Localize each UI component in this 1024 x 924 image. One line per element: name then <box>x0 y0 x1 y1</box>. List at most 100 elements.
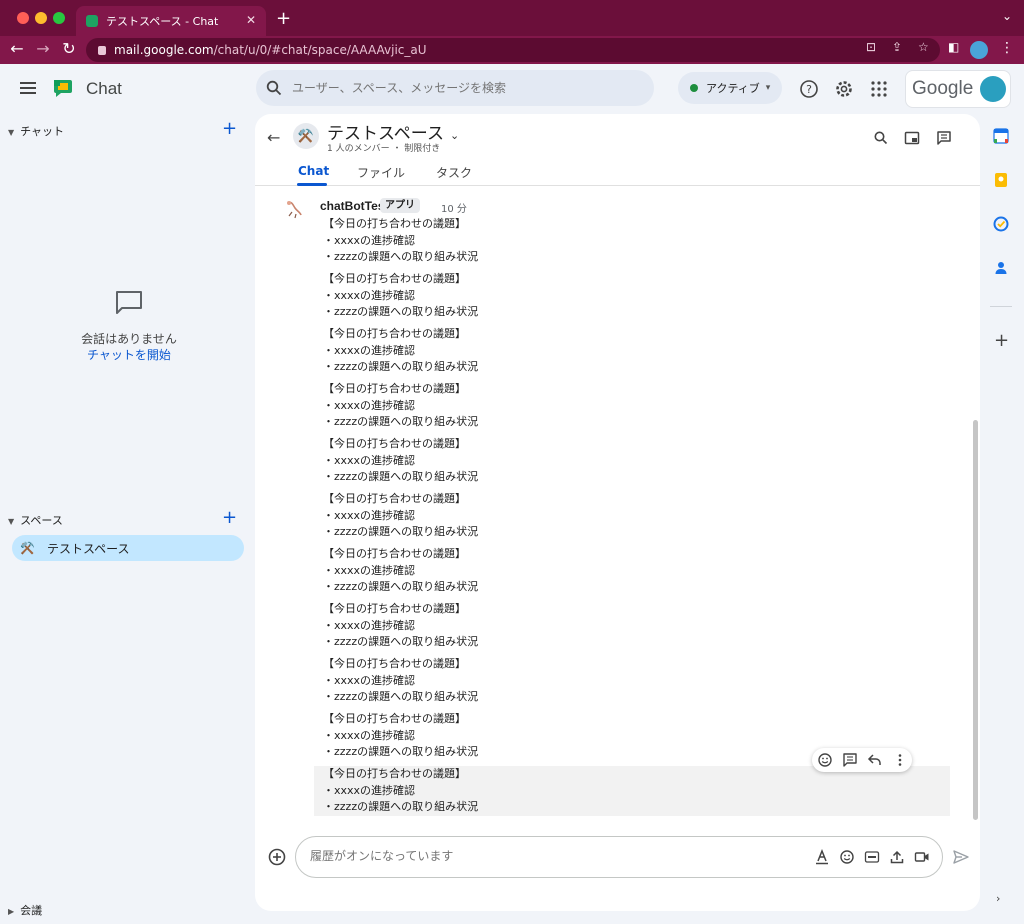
meetings-section-label: 会議 <box>20 904 43 917</box>
get-add-ons-button[interactable]: + <box>994 330 1009 351</box>
message-line: ・xxxxの進捗確認 <box>323 398 416 412</box>
bookmark-star-icon[interactable]: ☆ <box>918 40 929 54</box>
close-icon[interactable]: ✕ <box>246 13 256 27</box>
spaces-section-label: スペース <box>20 514 63 527</box>
message-line: ・zzzzの課題への取り組み状況 <box>323 305 479 318</box>
message-block: 【今日の打ち合わせの議題】 ・xxxxの進捗確認 ・zzzzの課題への取り組み状況 <box>320 491 940 541</box>
more-vert-icon[interactable] <box>892 752 908 768</box>
emoji-icon[interactable] <box>839 849 855 865</box>
search-bar[interactable] <box>256 70 654 106</box>
message-block: 【今日の打ち合わせの議題】 ・xxxxの進捗確認 ・zzzzの課題への取り組み状況 <box>320 601 940 651</box>
message-input[interactable] <box>310 849 790 863</box>
message-block: 【今日の打ち合わせの議題】 ・xxxxの進捗確認 ・zzzzの課題への取り組み状況 <box>314 766 950 816</box>
reply-in-thread-icon[interactable] <box>842 752 858 768</box>
meetings-section-header[interactable]: ▶ 会議 <box>8 902 42 918</box>
status-selector[interactable]: アクティブ ▾ <box>678 72 782 104</box>
url-field[interactable]: mail.google.com/chat/u/0/#chat/space/AAA… <box>86 38 940 62</box>
tab-tasks[interactable]: タスク <box>436 164 472 181</box>
message-line: ・zzzzの課題への取り組み状況 <box>323 635 479 648</box>
message-line: ・zzzzの課題への取り組み状況 <box>323 800 479 813</box>
scrollbar[interactable] <box>973 420 978 820</box>
search-icon[interactable] <box>873 130 889 146</box>
help-icon[interactable]: ? <box>798 78 820 100</box>
add-reaction-icon[interactable] <box>817 752 833 768</box>
apps-grid-icon[interactable] <box>868 78 890 100</box>
message-line: ・xxxxの進捗確認 <box>323 783 416 797</box>
new-chat-button[interactable]: + <box>222 118 237 139</box>
message-line: ・zzzzの課題への取り組み状況 <box>323 580 479 593</box>
gif-icon[interactable] <box>864 849 880 865</box>
spaces-section-header[interactable]: ▼ スペース <box>8 512 63 528</box>
back-arrow-icon[interactable]: ← <box>267 128 280 147</box>
message-block: 【今日の打ち合わせの議題】 ・xxxxの進捗確認・zzzzの課題への取り組み状況 <box>320 326 940 376</box>
menu-icon[interactable] <box>20 82 36 94</box>
tab-files[interactable]: ファイル <box>357 164 405 181</box>
url-host: mail.google.com <box>114 43 214 57</box>
message-block: 【今日の打ち合わせの議題】 ・xxxxの進捗確認 ・zzzzの課題への取り組み状況 <box>320 271 940 321</box>
message-line: ・xxxxの進捗確認 <box>323 563 416 577</box>
chat-section-header[interactable]: ▼ チャット <box>8 123 64 139</box>
forward-arrow-icon[interactable]: → <box>32 39 54 58</box>
message-line: ・xxxxの進捗確認 <box>323 233 416 247</box>
video-meeting-icon[interactable] <box>914 849 930 865</box>
message-line: ・zzzzの課題への取り組み状況 <box>323 525 479 538</box>
main-panel: ← ⚒️ テストスペース ⌄ 1 人のメンバー ・ 制限付き Chat ファイル … <box>255 114 980 911</box>
message-line: 【今日の打ち合わせの議題】 <box>323 437 466 450</box>
left-sidebar: ▼ チャット + 会話はありません チャットを開始 ▼ スペース + ⚒️ テストス… <box>0 114 254 924</box>
window-close-button[interactable] <box>17 12 29 24</box>
message-line: ・zzzzの課題への取り組み状況 <box>323 360 479 373</box>
message-block: 【今日の打ち合わせの議題】 ・xxxxの進捗確認・zzzzの課題への取り組み状況 <box>320 216 940 266</box>
threads-icon[interactable] <box>936 130 952 146</box>
chevron-down-icon[interactable]: ⌄ <box>1002 9 1012 23</box>
calendar-icon[interactable] <box>993 128 1009 144</box>
account-avatar[interactable] <box>980 76 1006 102</box>
reload-icon[interactable]: ↻ <box>58 39 80 58</box>
browser-tab-bar: テストスペース - Chat ✕ + ⌄ <box>0 0 1024 36</box>
keep-notes-icon[interactable] <box>993 172 1009 188</box>
side-panel-icon[interactable]: ◧ <box>948 40 959 54</box>
install-app-icon[interactable]: ⊡ <box>866 40 876 54</box>
google-chat-logo-icon <box>54 80 72 97</box>
settings-gear-icon[interactable] <box>833 78 855 100</box>
send-icon[interactable] <box>952 848 970 866</box>
message-sender[interactable]: chatBotTest <box>320 199 388 213</box>
collapse-triangle-icon: ▼ <box>8 128 15 137</box>
window-minimize-button[interactable] <box>35 12 47 24</box>
google-account-button[interactable]: Google <box>905 70 1011 108</box>
back-arrow-icon[interactable]: ← <box>6 39 28 58</box>
message-line: ・zzzzの課題への取り組み状況 <box>323 250 479 263</box>
tasks-icon[interactable] <box>993 216 1009 232</box>
more-vert-icon[interactable]: ⋮ <box>1000 40 1014 56</box>
collapse-triangle-icon: ▼ <box>8 517 15 526</box>
empty-chats-text: 会話はありません <box>81 332 177 346</box>
contacts-icon[interactable] <box>993 260 1009 276</box>
message-line: 【今日の打ち合わせの議題】 <box>323 217 466 230</box>
status-dot-icon <box>690 84 698 92</box>
message-line: ・xxxxの進捗確認 <box>323 288 416 302</box>
message-line: ・xxxxの進捗確認 <box>323 343 416 357</box>
lock-icon <box>98 45 106 55</box>
search-input[interactable] <box>292 81 632 95</box>
text-format-icon[interactable] <box>814 849 830 865</box>
profile-avatar[interactable] <box>970 41 988 59</box>
picture-in-picture-icon[interactable] <box>904 130 920 146</box>
upload-icon[interactable] <box>889 849 905 865</box>
tab-chat[interactable]: Chat <box>298 164 329 178</box>
quote-reply-icon[interactable] <box>867 752 883 768</box>
start-chat-link[interactable]: チャットを開始 <box>0 346 258 363</box>
chevron-down-icon: ▾ <box>765 83 771 93</box>
new-tab-button[interactable]: + <box>276 8 291 29</box>
sidebar-item-test-space[interactable]: ⚒️ テストスペース <box>12 535 244 561</box>
space-subtitle: 1 人のメンバー ・ 制限付き <box>327 144 441 154</box>
message-line: 【今日の打ち合わせの議題】 <box>323 327 466 340</box>
sidebar-item-label: テストスペース <box>46 541 130 556</box>
share-icon[interactable]: ⇪ <box>892 40 902 54</box>
chevron-right-icon[interactable]: › <box>996 892 1000 905</box>
search-icon <box>266 80 282 96</box>
message-action-bar <box>812 748 912 772</box>
add-attachment-icon[interactable] <box>268 848 286 866</box>
new-space-button[interactable]: + <box>222 507 237 528</box>
browser-tab[interactable]: テストスペース - Chat ✕ <box>76 6 266 36</box>
chevron-down-icon: ⌄ <box>449 129 460 142</box>
window-zoom-button[interactable] <box>53 12 65 24</box>
